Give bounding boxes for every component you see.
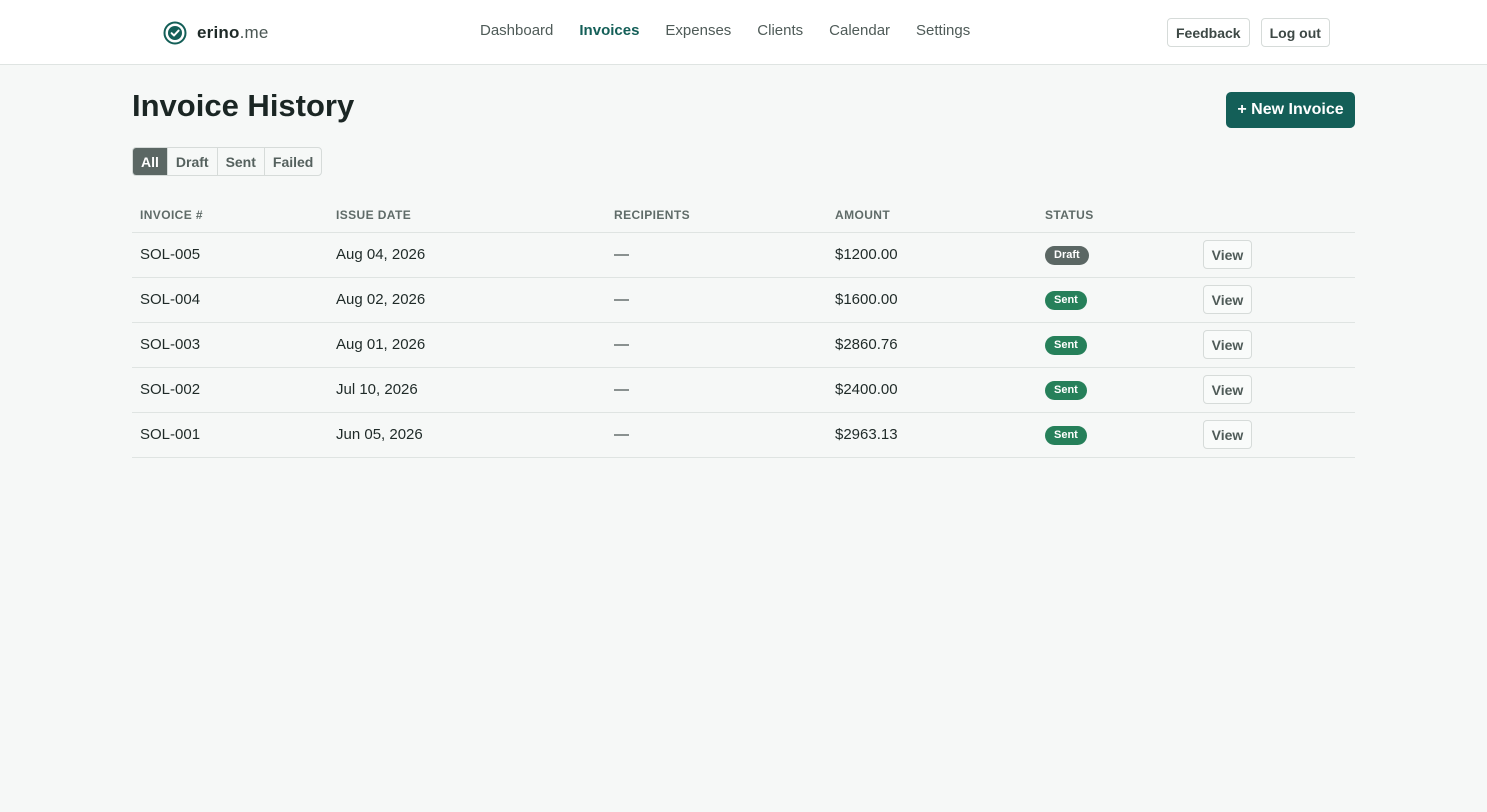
status-badge: Draft (1045, 245, 1089, 265)
header-invoice-number[interactable]: INVOICE # (132, 198, 328, 233)
status-badge: Sent (1045, 380, 1087, 400)
header-actions: Feedback Log out (1167, 18, 1341, 47)
recipients: — (606, 412, 827, 458)
status-badge: Sent (1045, 425, 1087, 445)
table-row[interactable]: SOL-001 Jun 05, 2026 — $2963.13 Sent Vie… (132, 412, 1355, 458)
action-cell: View (1195, 232, 1355, 278)
brand-name-tld: .me (239, 23, 269, 42)
top-navbar: erino.me Dashboard Invoices Expenses Cli… (0, 0, 1487, 65)
table-header-row: INVOICE # ISSUE DATE RECIPIENTS AMOUNT S… (132, 198, 1355, 233)
new-invoice-button[interactable]: + New Invoice (1226, 92, 1355, 128)
status-cell: Sent (1037, 322, 1195, 368)
filter-sent[interactable]: Sent (218, 148, 265, 175)
issue-date: Aug 01, 2026 (328, 322, 606, 368)
amount: $1200.00 (827, 232, 1037, 278)
header-actions (1195, 198, 1355, 233)
recipients: — (606, 277, 827, 323)
table-row[interactable]: SOL-005 Aug 04, 2026 — $1200.00 Draft Vi… (132, 232, 1355, 278)
header-recipients[interactable]: RECIPIENTS (606, 198, 827, 233)
status-badge: Sent (1045, 335, 1087, 355)
page-title: Invoice History (132, 88, 355, 123)
amount: $2860.76 (827, 322, 1037, 368)
recipients: — (606, 322, 827, 368)
action-cell: View (1195, 412, 1355, 458)
view-button[interactable]: View (1203, 375, 1252, 404)
nav-calendar[interactable]: Calendar (829, 22, 890, 39)
invoice-table: INVOICE # ISSUE DATE RECIPIENTS AMOUNT S… (132, 198, 1355, 458)
status-cell: Sent (1037, 412, 1195, 458)
main-nav: Dashboard Invoices Expenses Clients Cale… (480, 22, 996, 39)
filter-draft[interactable]: Draft (168, 148, 218, 175)
filter-failed[interactable]: Failed (265, 148, 321, 175)
action-cell: View (1195, 322, 1355, 368)
feedback-button[interactable]: Feedback (1167, 18, 1250, 47)
issue-date: Jun 05, 2026 (328, 412, 606, 458)
status-cell: Sent (1037, 367, 1195, 413)
invoice-number: SOL-003 (132, 322, 328, 368)
recipients: — (606, 367, 827, 413)
status-filter-group: All Draft Sent Failed (132, 147, 323, 176)
brand-logo[interactable]: erino.me (163, 20, 269, 46)
status-cell: Sent (1037, 277, 1195, 323)
table-row[interactable]: SOL-004 Aug 02, 2026 — $1600.00 Sent Vie… (132, 277, 1355, 323)
amount: $2400.00 (827, 367, 1037, 413)
invoice-number: SOL-001 (132, 412, 328, 458)
issue-date: Aug 02, 2026 (328, 277, 606, 323)
brand-name-main: erino (197, 23, 240, 42)
header-amount[interactable]: AMOUNT (827, 198, 1037, 233)
nav-settings[interactable]: Settings (916, 22, 970, 39)
nav-expenses[interactable]: Expenses (665, 22, 731, 39)
nav-clients[interactable]: Clients (757, 22, 803, 39)
view-button[interactable]: View (1203, 240, 1252, 269)
nav-invoices[interactable]: Invoices (579, 22, 639, 39)
invoice-number: SOL-002 (132, 367, 328, 413)
view-button[interactable]: View (1203, 420, 1252, 449)
header-issue-date[interactable]: ISSUE DATE (328, 198, 606, 233)
nav-dashboard[interactable]: Dashboard (480, 22, 553, 39)
issue-date: Aug 04, 2026 (328, 232, 606, 278)
invoice-number: SOL-005 (132, 232, 328, 278)
action-cell: View (1195, 277, 1355, 323)
issue-date: Jul 10, 2026 (328, 367, 606, 413)
table-row[interactable]: SOL-002 Jul 10, 2026 — $2400.00 Sent Vie… (132, 367, 1355, 413)
amount: $2963.13 (827, 412, 1037, 458)
table-row[interactable]: SOL-003 Aug 01, 2026 — $2860.76 Sent Vie… (132, 322, 1355, 368)
brand-name: erino.me (197, 23, 269, 43)
logout-button[interactable]: Log out (1260, 18, 1330, 47)
view-button[interactable]: View (1203, 285, 1252, 314)
status-badge: Sent (1045, 290, 1087, 310)
invoice-number: SOL-004 (132, 277, 328, 323)
view-button[interactable]: View (1203, 330, 1252, 359)
action-cell: View (1195, 367, 1355, 413)
amount: $1600.00 (827, 277, 1037, 323)
status-cell: Draft (1037, 232, 1195, 278)
header-status[interactable]: STATUS (1037, 198, 1195, 233)
recipients: — (606, 232, 827, 278)
filter-all[interactable]: All (133, 148, 168, 175)
check-circle-icon (163, 21, 187, 45)
